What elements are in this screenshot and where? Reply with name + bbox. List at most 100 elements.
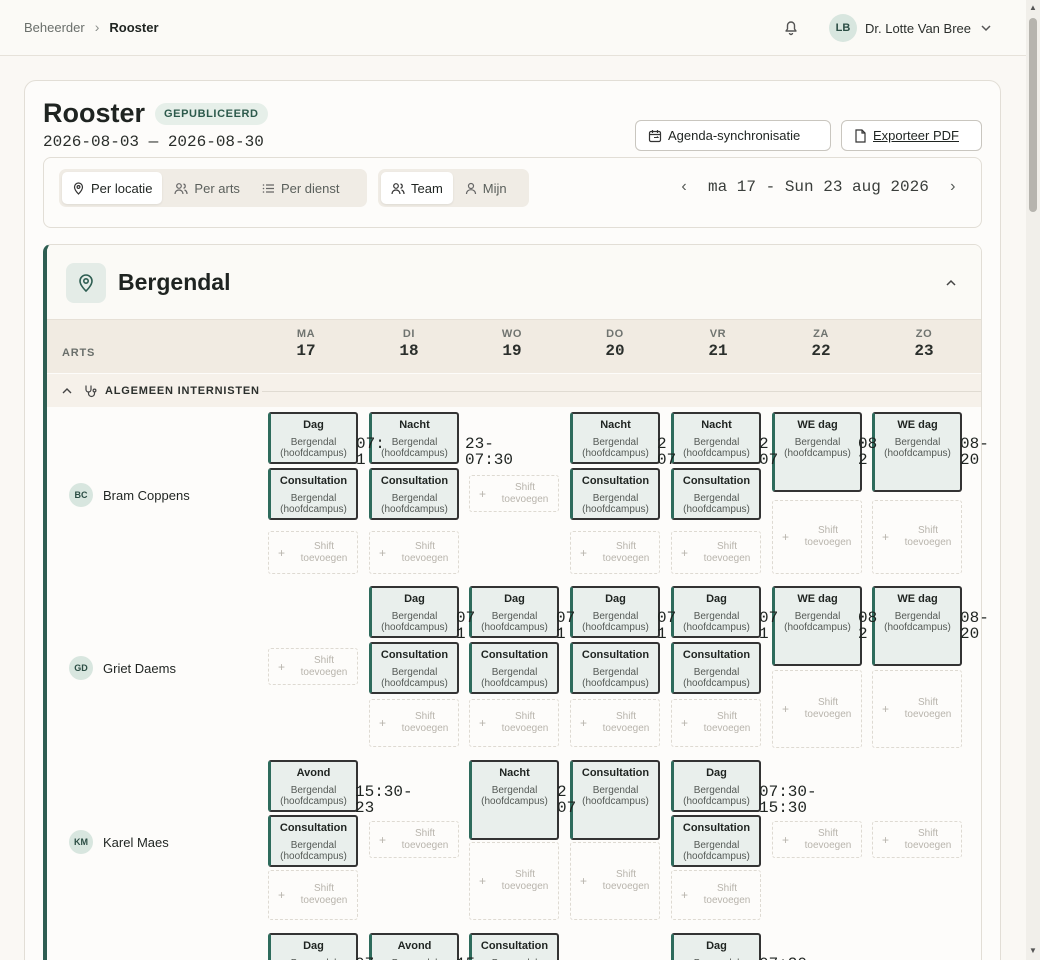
- shift-location: Bergendal(hoofdcampus): [582, 667, 649, 689]
- shift-card[interactable]: ConsultationBergendal(hoofdcampus): [570, 760, 660, 840]
- shift-title: WE dag: [797, 593, 838, 605]
- shift-card[interactable]: DagBergendal(hoofdcampus): [268, 412, 358, 464]
- shift-card[interactable]: ConsultationBergendal(hoofdcampus): [671, 815, 761, 867]
- shift-title: Consultation: [279, 822, 348, 834]
- add-shift-button[interactable]: + Shift toevoegen: [570, 699, 660, 747]
- tab-per-doctor[interactable]: Per arts: [164, 172, 250, 204]
- shift-location: Bergendal(hoofdcampus): [683, 437, 750, 459]
- tab-per-location[interactable]: Per locatie: [62, 172, 163, 204]
- add-shift-button[interactable]: + Shift toevoegen: [570, 531, 660, 574]
- chevron-up-icon[interactable]: [943, 275, 959, 291]
- shift-card[interactable]: DagBergendal(hoofdcampus): [469, 586, 559, 638]
- shift-card[interactable]: DagBergendal(hoofdcampus): [671, 586, 761, 638]
- shift-card[interactable]: WE dag Bergendal (hoofdcampus): [872, 412, 962, 492]
- chevron-left-icon[interactable]: ‹: [674, 178, 694, 196]
- add-shift-label: Shift toevoegen: [904, 827, 952, 851]
- chevron-up-icon[interactable]: [61, 385, 73, 397]
- add-shift-button[interactable]: + Shift toevoegen: [268, 870, 358, 920]
- shift-card[interactable]: WE dag Bergendal (hoofdcampus): [872, 586, 962, 666]
- breadcrumb-parent[interactable]: Beheerder: [24, 20, 85, 35]
- tab-label: Per arts: [194, 180, 240, 196]
- doctor-row-label[interactable]: KM Karel Maes: [69, 830, 169, 854]
- view-mode-tabs: Per locatie Per arts Per dienst: [59, 169, 367, 207]
- shift-card[interactable]: WE dag Bergendal (hoofdcampus): [772, 412, 862, 492]
- add-shift-button[interactable]: + Shift toevoegen: [671, 699, 761, 747]
- add-shift-button[interactable]: + Shift toevoegen: [671, 870, 761, 920]
- shift-card[interactable]: AvondBergendal(hoofdcampus): [268, 760, 358, 812]
- shift-title: Dag: [706, 940, 727, 952]
- shift-card[interactable]: DagBergendal(hoofdcampus): [369, 586, 459, 638]
- scroll-up-icon[interactable]: ▲: [1029, 3, 1037, 12]
- bell-icon[interactable]: [781, 17, 801, 37]
- tab-label: Team: [411, 180, 443, 196]
- shift-card[interactable]: ConsultationBergendal(hoofdcampus): [469, 642, 559, 694]
- shift-card[interactable]: ConsultationBergendal(hoofdcampus): [369, 468, 459, 520]
- status-badge: GEPUBLICEERD: [155, 103, 268, 125]
- shift-location: Bergendal(hoofdcampus): [381, 437, 448, 459]
- add-shift-button[interactable]: + Shift toevoegen: [671, 531, 761, 574]
- add-shift-button[interactable]: + Shift toevoegen: [469, 842, 559, 920]
- shift-location: Bergendal(hoofdcampus): [683, 667, 750, 689]
- doctor-row-label[interactable]: GD Griet Daems: [69, 656, 176, 680]
- calendar-sync-button[interactable]: Agenda-synchronisatie: [635, 120, 831, 151]
- tab-per-shift[interactable]: Per dienst: [252, 172, 350, 204]
- add-shift-button[interactable]: + Shift toevoegen: [772, 821, 862, 858]
- add-shift-button[interactable]: + Shift toevoegen: [872, 500, 962, 574]
- chevron-right-icon[interactable]: ›: [943, 178, 963, 196]
- plus-icon: +: [379, 716, 387, 730]
- shift-card[interactable]: Nacht Bergendal (hoofdcampus): [671, 412, 761, 464]
- map-pin-icon: [73, 181, 84, 195]
- scrollbar[interactable]: ▲ ▼: [1026, 0, 1040, 960]
- scroll-down-icon[interactable]: ▼: [1029, 946, 1037, 955]
- shift-card[interactable]: Nacht Bergendal (hoofdcampus): [469, 760, 559, 840]
- scrollbar-thumb[interactable]: [1029, 18, 1037, 212]
- plus-icon: +: [479, 716, 487, 730]
- shift-card[interactable]: DagBergendal(hoofdcampus): [671, 933, 761, 960]
- shift-card[interactable]: DagBergendal(hoofdcampus): [268, 933, 358, 960]
- add-shift-button[interactable]: + Shift toevoegen: [772, 500, 862, 574]
- shift-card[interactable]: ConsultationBergendal(hoofdcampus): [369, 642, 459, 694]
- add-shift-label: Shift toevoegen: [904, 697, 952, 720]
- doctor-row-label[interactable]: BC Bram Coppens: [69, 483, 190, 507]
- shift-card[interactable]: DagBergendal(hoofdcampus): [570, 586, 660, 638]
- add-shift-button[interactable]: + Shift toevoegen: [369, 821, 459, 858]
- shift-card[interactable]: Nacht Bergendal (hoofdcampus): [369, 412, 459, 464]
- shift-location: Bergendal(hoofdcampus): [784, 611, 851, 633]
- avatar: KM: [69, 830, 93, 854]
- plus-icon: +: [278, 659, 286, 674]
- shift-card[interactable]: ConsultationBergendal(hoofdcampus): [671, 642, 761, 694]
- add-shift-button[interactable]: + Shift toevoegen: [268, 531, 358, 574]
- user-menu[interactable]: LB Dr. Lotte Van Bree: [829, 14, 993, 42]
- add-shift-button[interactable]: + Shift toevoegen: [469, 475, 559, 512]
- shift-card[interactable]: ConsultationBergendal(hoofdcampus): [570, 468, 660, 520]
- add-shift-button[interactable]: + Shift toevoegen: [872, 821, 962, 858]
- export-pdf-button[interactable]: Exporteer PDF: [841, 120, 982, 151]
- tab-team[interactable]: Team: [381, 172, 453, 204]
- shift-card[interactable]: ConsultationBergendal(hoofdcampus): [469, 933, 559, 960]
- shift-card[interactable]: ConsultationBergendal(hoofdcampus): [268, 468, 358, 520]
- add-shift-button[interactable]: + Shift toevoegen: [872, 670, 962, 748]
- day-name: ZO: [915, 328, 933, 340]
- day-name: MA: [296, 328, 316, 340]
- add-shift-button[interactable]: + Shift toevoegen: [772, 670, 862, 748]
- shift-card[interactable]: AvondBergendal(hoofdcampus): [369, 933, 459, 960]
- tab-mine[interactable]: Mijn: [455, 172, 517, 204]
- shift-title: Consultation: [380, 649, 449, 661]
- day-number: 20: [605, 342, 625, 360]
- shift-card[interactable]: WE dag Bergendal (hoofdcampus): [772, 586, 862, 666]
- shift-title: Nacht: [600, 419, 631, 431]
- add-shift-button[interactable]: + Shift toevoegen: [570, 842, 660, 920]
- add-shift-button[interactable]: + Shift toevoegen: [369, 699, 459, 747]
- add-shift-button[interactable]: + Shift toevoegen: [369, 531, 459, 574]
- shift-location: Bergendal(hoofdcampus): [784, 437, 851, 459]
- shift-card[interactable]: ConsultationBergendal(hoofdcampus): [671, 468, 761, 520]
- add-shift-button[interactable]: + Shift toevoegen: [469, 699, 559, 747]
- day-column-header: DO 20: [565, 328, 665, 360]
- plus-icon: +: [379, 545, 387, 560]
- shift-card[interactable]: ConsultationBergendal(hoofdcampus): [570, 642, 660, 694]
- add-shift-label: Shift toevoegen: [300, 883, 348, 906]
- shift-card[interactable]: DagBergendal(hoofdcampus): [671, 760, 761, 812]
- shift-card[interactable]: Nacht Bergendal (hoofdcampus): [570, 412, 660, 464]
- add-shift-button[interactable]: + Shift toevoegen: [268, 648, 358, 685]
- shift-card[interactable]: ConsultationBergendal(hoofdcampus): [268, 815, 358, 867]
